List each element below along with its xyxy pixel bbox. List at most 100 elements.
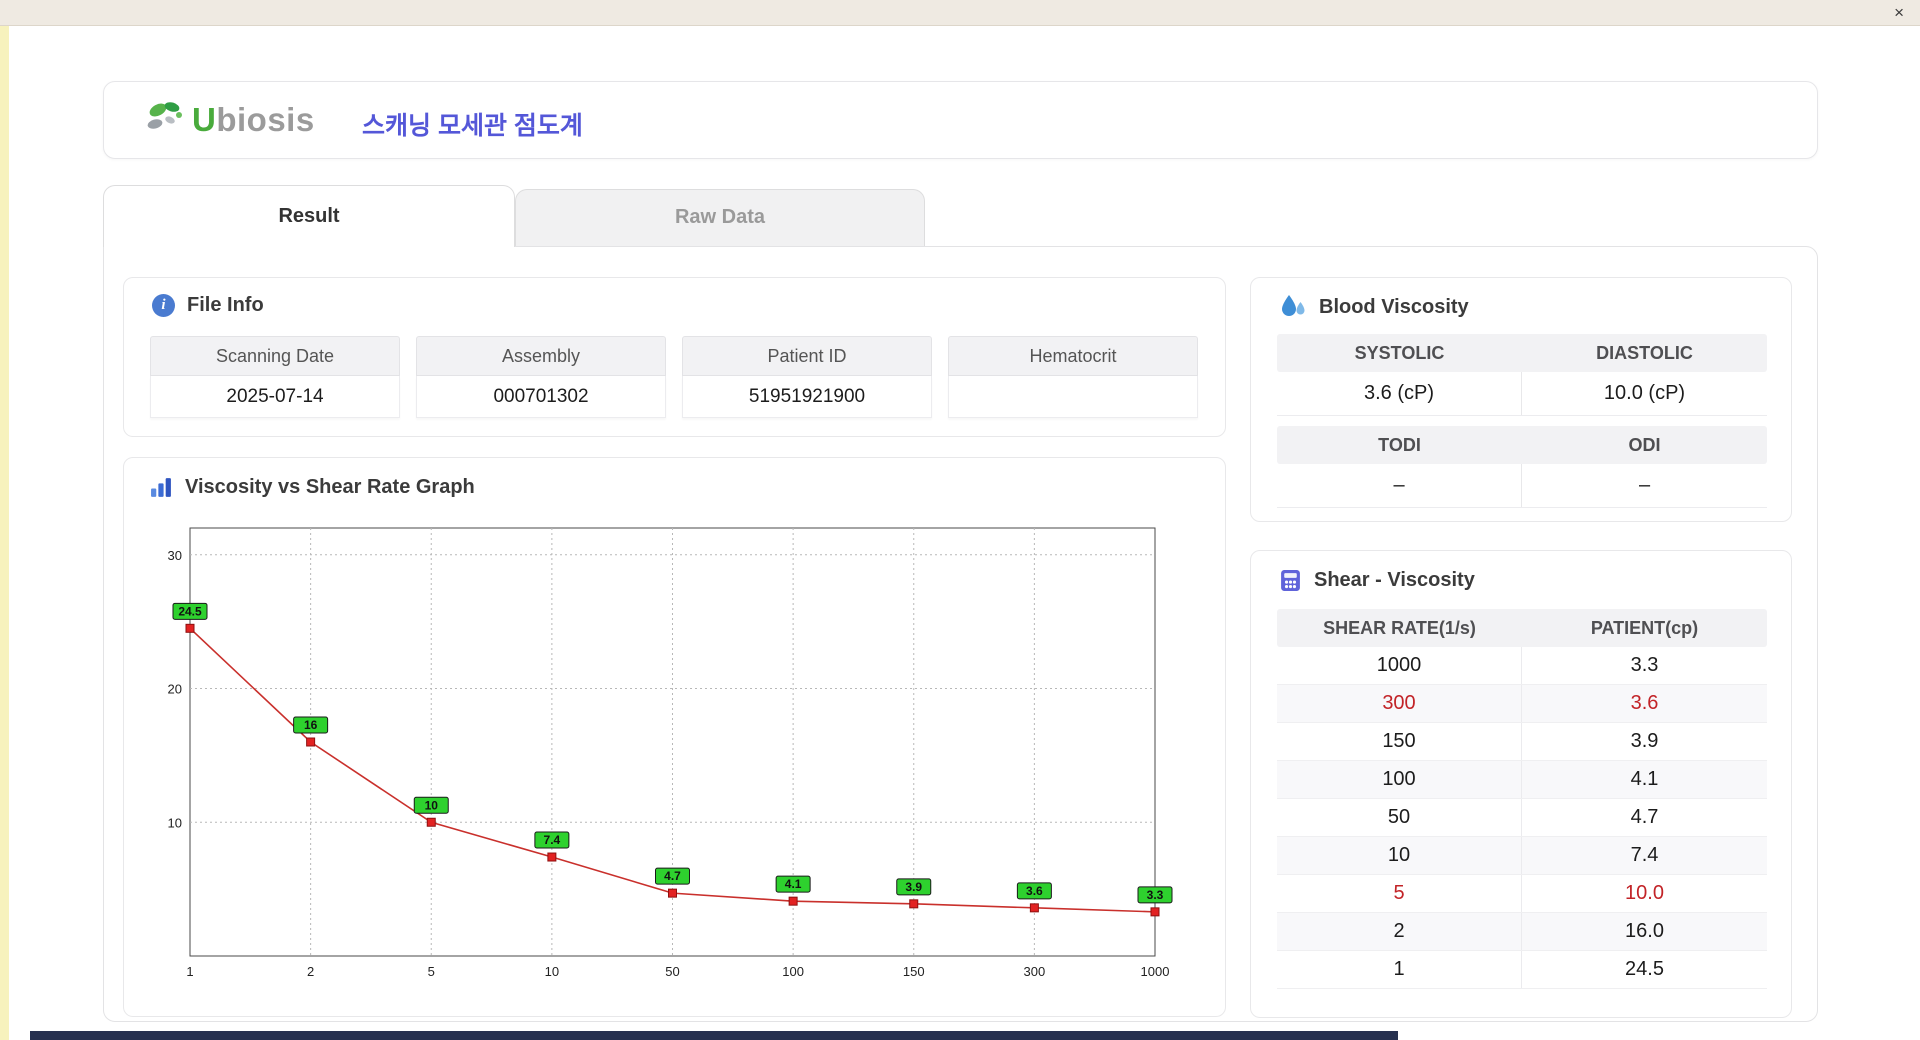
- svg-text:3.6: 3.6: [1026, 884, 1043, 898]
- shear-rate-value: 100: [1277, 761, 1522, 798]
- blood-viscosity-card: Blood Viscosity SYSTOLIC DIASTOLIC 3.6 (…: [1250, 277, 1792, 522]
- svg-text:3.3: 3.3: [1147, 888, 1164, 902]
- shear-rate-value: 1000: [1277, 647, 1522, 684]
- svg-text:4.1: 4.1: [785, 877, 802, 891]
- patient-viscosity-value: 24.5: [1522, 951, 1767, 988]
- blood-viscosity-table: SYSTOLIC DIASTOLIC 3.6 (cP) 10.0 (cP) TO…: [1277, 334, 1767, 508]
- svg-text:24.5: 24.5: [178, 604, 202, 618]
- blood-viscosity-title: Blood Viscosity: [1319, 296, 1469, 319]
- svg-text:20: 20: [168, 682, 182, 697]
- bottom-edge-bar: [30, 1031, 1398, 1040]
- svg-text:10: 10: [168, 815, 182, 830]
- blood-viscosity-title-row: Blood Viscosity: [1279, 294, 1469, 320]
- svg-text:7.4: 7.4: [544, 833, 561, 847]
- svg-text:100: 100: [782, 964, 804, 979]
- table-row: 3.6 (cP) 10.0 (cP): [1277, 372, 1767, 416]
- odi-header: ODI: [1522, 426, 1767, 464]
- svg-text:3.9: 3.9: [905, 880, 922, 894]
- field-label: Scanning Date: [150, 336, 400, 376]
- shear-rate-value: 1: [1277, 951, 1522, 988]
- table-gap: [1277, 416, 1767, 426]
- patient-viscosity-value: 16.0: [1522, 913, 1767, 950]
- systolic-header: SYSTOLIC: [1277, 334, 1522, 372]
- shear-viscosity-card: Shear - Viscosity SHEAR RATE(1/s) PATIEN…: [1250, 550, 1792, 1018]
- field-hematocrit: Hematocrit: [948, 336, 1198, 418]
- patient-viscosity-value: 4.1: [1522, 761, 1767, 798]
- file-info-title: File Info: [187, 294, 264, 317]
- field-value: 000701302: [416, 376, 666, 418]
- table-row: 2 16.0: [1277, 913, 1767, 951]
- shear-rate-value: 150: [1277, 723, 1522, 760]
- field-label: Hematocrit: [948, 336, 1198, 376]
- patient-viscosity-value: 3.6: [1522, 685, 1767, 722]
- field-label: Patient ID: [682, 336, 932, 376]
- brand-rest: biosis: [216, 101, 314, 138]
- window-titlebar: ×: [0, 0, 1920, 26]
- svg-text:2: 2: [307, 964, 314, 979]
- left-edge-strip: [0, 26, 9, 1040]
- field-value: 51951921900: [682, 376, 932, 418]
- table-row: 150 3.9: [1277, 723, 1767, 761]
- leaf-logo-icon: [146, 100, 188, 140]
- brand-name: Ubiosis: [192, 101, 315, 139]
- table-header-row: SHEAR RATE(1/s) PATIENT(cp): [1277, 609, 1767, 647]
- shear-rate-value: 10: [1277, 837, 1522, 874]
- table-row: 1 24.5: [1277, 951, 1767, 989]
- info-icon: i: [152, 294, 175, 317]
- table-body: 1000 3.3 300 3.6 150 3.9 100 4.1 50 4.: [1277, 647, 1767, 989]
- table-row: 10 7.4: [1277, 837, 1767, 875]
- patient-column-header: PATIENT(cp): [1522, 609, 1767, 647]
- field-value: [948, 376, 1198, 418]
- svg-text:5: 5: [428, 964, 435, 979]
- page-title: 스캐닝 모세관 점도계: [362, 106, 583, 142]
- todi-header: TODI: [1277, 426, 1522, 464]
- blood-droplets-icon: [1279, 294, 1307, 320]
- result-panel: i File Info Scanning Date 2025-07-14 Ass…: [103, 246, 1818, 1022]
- table-row: 1000 3.3: [1277, 647, 1767, 685]
- calculator-icon: [1279, 569, 1302, 592]
- viscosity-chart: 1020301251050100150300100024.516107.44.7…: [150, 516, 1200, 994]
- shear-viscosity-title-row: Shear - Viscosity: [1279, 569, 1475, 592]
- shear-rate-value: 300: [1277, 685, 1522, 722]
- shear-rate-column-header: SHEAR RATE(1/s): [1277, 609, 1522, 647]
- svg-text:10: 10: [425, 798, 439, 812]
- diastolic-header: DIASTOLIC: [1522, 334, 1767, 372]
- field-label: Assembly: [416, 336, 666, 376]
- odi-value: –: [1522, 464, 1767, 507]
- patient-viscosity-value: 10.0: [1522, 875, 1767, 912]
- graph-title: Viscosity vs Shear Rate Graph: [185, 476, 475, 499]
- chart-box: 1020301251050100150300100024.516107.44.7…: [150, 516, 1200, 999]
- patient-viscosity-value: 7.4: [1522, 837, 1767, 874]
- svg-text:10: 10: [545, 964, 559, 979]
- svg-text:150: 150: [903, 964, 925, 979]
- file-info-fields: Scanning Date 2025-07-14 Assembly 000701…: [150, 336, 1198, 418]
- shear-rate-value: 2: [1277, 913, 1522, 950]
- table-header-row: SYSTOLIC DIASTOLIC: [1277, 334, 1767, 372]
- header-card: Ubiosis 스캐닝 모세관 점도계: [103, 81, 1818, 159]
- graph-title-row: Viscosity vs Shear Rate Graph: [150, 476, 475, 499]
- table-row: 5 10.0: [1277, 875, 1767, 913]
- table-row: 50 4.7: [1277, 799, 1767, 837]
- patient-viscosity-value: 3.9: [1522, 723, 1767, 760]
- file-info-card: i File Info Scanning Date 2025-07-14 Ass…: [123, 277, 1226, 437]
- table-header-row: TODI ODI: [1277, 426, 1767, 464]
- file-info-title-row: i File Info: [152, 294, 264, 317]
- shear-viscosity-table: SHEAR RATE(1/s) PATIENT(cp) 1000 3.3 300…: [1277, 609, 1767, 989]
- table-row: 100 4.1: [1277, 761, 1767, 799]
- bar-chart-icon: [150, 476, 173, 499]
- close-icon[interactable]: ×: [1894, 2, 1904, 24]
- svg-text:1: 1: [186, 964, 193, 979]
- graph-card: Viscosity vs Shear Rate Graph 10 20 30 1 2 5 1…: [123, 457, 1226, 1017]
- patient-viscosity-value: 4.7: [1522, 799, 1767, 836]
- brand-initial: U: [192, 101, 216, 138]
- tab-raw-data[interactable]: Raw Data: [515, 189, 925, 246]
- brand-logo: Ubiosis: [146, 100, 315, 140]
- field-patient-id: Patient ID 51951921900: [682, 336, 932, 418]
- table-row: 300 3.6: [1277, 685, 1767, 723]
- svg-text:1000: 1000: [1141, 964, 1170, 979]
- svg-text:30: 30: [168, 548, 182, 563]
- shear-viscosity-title: Shear - Viscosity: [1314, 569, 1475, 592]
- field-scanning-date: Scanning Date 2025-07-14: [150, 336, 400, 418]
- tab-result[interactable]: Result: [103, 185, 515, 247]
- svg-text:300: 300: [1024, 964, 1046, 979]
